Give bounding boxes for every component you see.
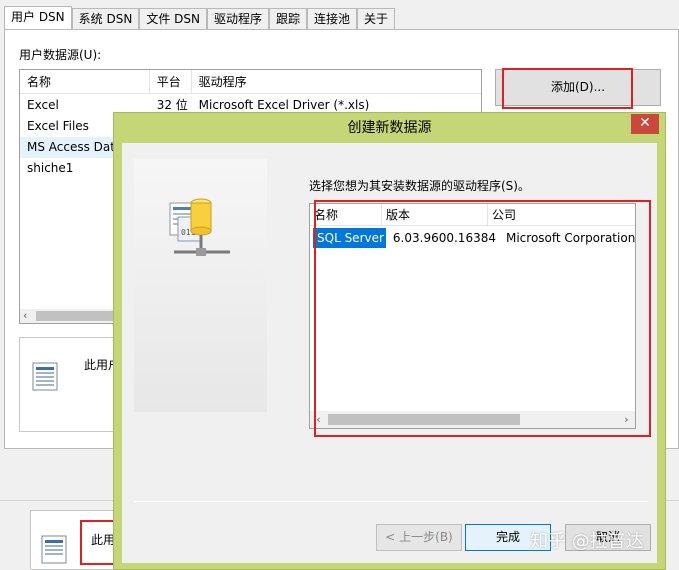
close-button[interactable]: ✕ [631, 114, 659, 134]
column-header-platform[interactable]: 平台 [150, 70, 192, 93]
driver-prompt-label: 选择您想为其安装数据源的驱动程序(S)。 [309, 179, 530, 193]
highlight-box [314, 200, 651, 437]
column-header-driver[interactable]: 驱动程序 [192, 70, 481, 93]
tab-tracing[interactable]: 跟踪 [268, 8, 307, 30]
scrollbar-thumb[interactable] [36, 311, 116, 321]
tab-connection-pooling[interactable]: 连接池 [307, 8, 358, 30]
data-sources-icon [32, 360, 62, 392]
tab-file-dsn[interactable]: 文件 DSN [139, 8, 207, 30]
title-bar[interactable]: 创建新数据源 ✕ [114, 113, 665, 141]
tab-user-dsn[interactable]: 用户 DSN [4, 6, 72, 30]
database-network-icon: 0110 [168, 195, 238, 265]
close-icon: ✕ [639, 115, 651, 131]
user-data-sources-label: 用户数据源(U): [19, 48, 102, 62]
list-header: 名称 平台 驱动程序 [20, 70, 481, 94]
wizard-image-panel: 0110 [134, 159, 267, 412]
back-button[interactable]: < 上一步(B) [376, 524, 462, 551]
watermark: 知乎 @拉普达 [530, 531, 644, 552]
highlight-box [502, 68, 633, 109]
tab-strip: 用户 DSN 系统 DSN 文件 DSN 驱动程序 跟踪 连接池 关于 [4, 6, 396, 30]
divider [134, 501, 648, 502]
data-sources-icon [41, 533, 71, 565]
chevron-left-icon[interactable]: ‹ [23, 309, 27, 323]
column-header-name[interactable]: 名称 [20, 70, 150, 93]
tab-drivers[interactable]: 驱动程序 [206, 8, 269, 30]
tab-system-dsn[interactable]: 系统 DSN [71, 8, 140, 30]
tab-about[interactable]: 关于 [357, 8, 396, 30]
dialog-title: 创建新数据源 [347, 120, 432, 136]
